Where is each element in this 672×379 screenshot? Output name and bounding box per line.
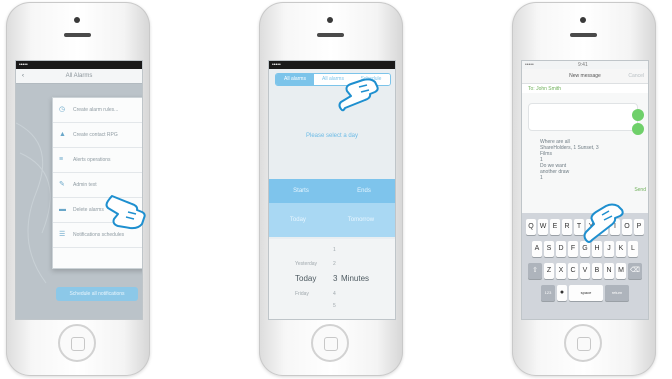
status-signal: ••••• (525, 62, 534, 68)
nav-bar: ‹ All Alarms (16, 69, 142, 84)
end-value: Tomorrow (347, 217, 375, 223)
recipient: John Smith (536, 86, 562, 92)
key[interactable]: B (592, 263, 602, 279)
phone-2: ••••• All alarms All alarms Schedule Ple… (259, 2, 403, 376)
draft-text: Where are all ShareHolders, 1 Sunset, 3 … (540, 139, 599, 181)
space-key[interactable]: space (569, 285, 603, 301)
status-time: 9:41 (578, 62, 588, 68)
settings-icon: ☰ (59, 231, 66, 238)
key[interactable]: X (556, 263, 566, 279)
phone-1: ••••• ‹ All Alarms ◷ Create alarm rules..… (6, 2, 150, 376)
phone-3: ••••• 9:41 New message Cancel To: John S… (512, 2, 656, 376)
key[interactable]: M (616, 263, 626, 279)
header-title: New message (569, 73, 601, 79)
status-signal: ••••• (19, 62, 28, 68)
ends-label: Ends (357, 188, 371, 194)
status-bar: ••••• (16, 61, 142, 69)
speaker (570, 33, 597, 37)
status-bar: ••••• (269, 61, 395, 69)
alert-icon: ≡ (59, 156, 64, 163)
mic-icon: ● (559, 289, 565, 296)
camera (74, 17, 80, 23)
key[interactable]: W (538, 219, 548, 235)
tab-all-alarms[interactable]: All alarms (276, 74, 314, 85)
tap-hand-icon (582, 202, 628, 246)
key[interactable]: S (544, 241, 554, 257)
key[interactable]: P (634, 219, 644, 235)
return-key[interactable]: return (605, 285, 629, 301)
nav-title: All Alarms (65, 73, 93, 79)
edit-icon: ✎ (59, 181, 65, 188)
speaker (64, 33, 91, 37)
range-values[interactable]: Today Tomorrow (269, 203, 395, 237)
speaker (317, 33, 344, 37)
status-signal: ••••• (272, 62, 281, 68)
key[interactable]: E (550, 219, 560, 235)
keyboard-row: 123 ● space return (522, 285, 648, 301)
key[interactable]: Z (544, 263, 554, 279)
message-header: New message Cancel (522, 69, 648, 84)
phone-3-screen: ••••• 9:41 New message Cancel To: John S… (521, 60, 649, 320)
key[interactable]: L (628, 241, 638, 257)
camera (327, 17, 333, 23)
green-tag-icon (632, 109, 644, 135)
key[interactable]: D (556, 241, 566, 257)
menu-item[interactable]: ≡ Alerts operations (53, 148, 142, 173)
key[interactable]: Q (526, 219, 536, 235)
start-value: Today (289, 217, 306, 223)
key[interactable]: C (568, 263, 578, 279)
shift-key[interactable]: ⇧ (528, 263, 542, 279)
home-button[interactable] (58, 324, 96, 362)
numbers-key[interactable]: 123 (541, 285, 555, 301)
delete-key[interactable]: ⌫ (628, 263, 642, 279)
home-button[interactable] (311, 324, 349, 362)
mic-key[interactable]: ● (557, 285, 567, 301)
send-button[interactable]: Send (634, 187, 646, 193)
keyboard-row: ⇧ Z X C V B N M ⌫ (522, 263, 648, 279)
day-picker[interactable]: 1 Yesterday 2 Today 3 Minutes Friday 4 5 (269, 239, 395, 319)
menu-item[interactable]: ▲ Create contact RPG (53, 123, 142, 148)
key[interactable]: N (604, 263, 614, 279)
folder-icon: ▬ (59, 206, 66, 213)
key[interactable]: F (568, 241, 578, 257)
menu-item[interactable]: ◷ Create alarm rules... (53, 98, 142, 123)
select-day-prompt: Please select a day (305, 133, 359, 139)
tap-hand-icon (104, 186, 150, 230)
schedule-button[interactable]: Schedule all notifications (56, 287, 138, 301)
message-area[interactable]: Where are all ShareHolders, 1 Sunset, 3 … (522, 93, 648, 213)
person-icon: ▲ (59, 131, 66, 138)
back-button[interactable]: ‹ (22, 69, 24, 83)
key[interactable]: A (532, 241, 542, 257)
cancel-button[interactable]: Cancel (628, 69, 644, 83)
starts-label: Starts (293, 188, 309, 194)
key[interactable]: R (562, 219, 572, 235)
camera (580, 17, 586, 23)
key[interactable]: V (580, 263, 590, 279)
home-button[interactable] (564, 324, 602, 362)
message-bubble (528, 103, 638, 131)
tap-hand-icon (337, 78, 383, 122)
status-bar: ••••• 9:41 (522, 61, 648, 69)
alarm-icon: ◷ (59, 106, 66, 113)
action-menu: ◷ Create alarm rules... ▲ Create contact R… (52, 97, 142, 269)
range-header: Starts Ends (269, 179, 395, 203)
